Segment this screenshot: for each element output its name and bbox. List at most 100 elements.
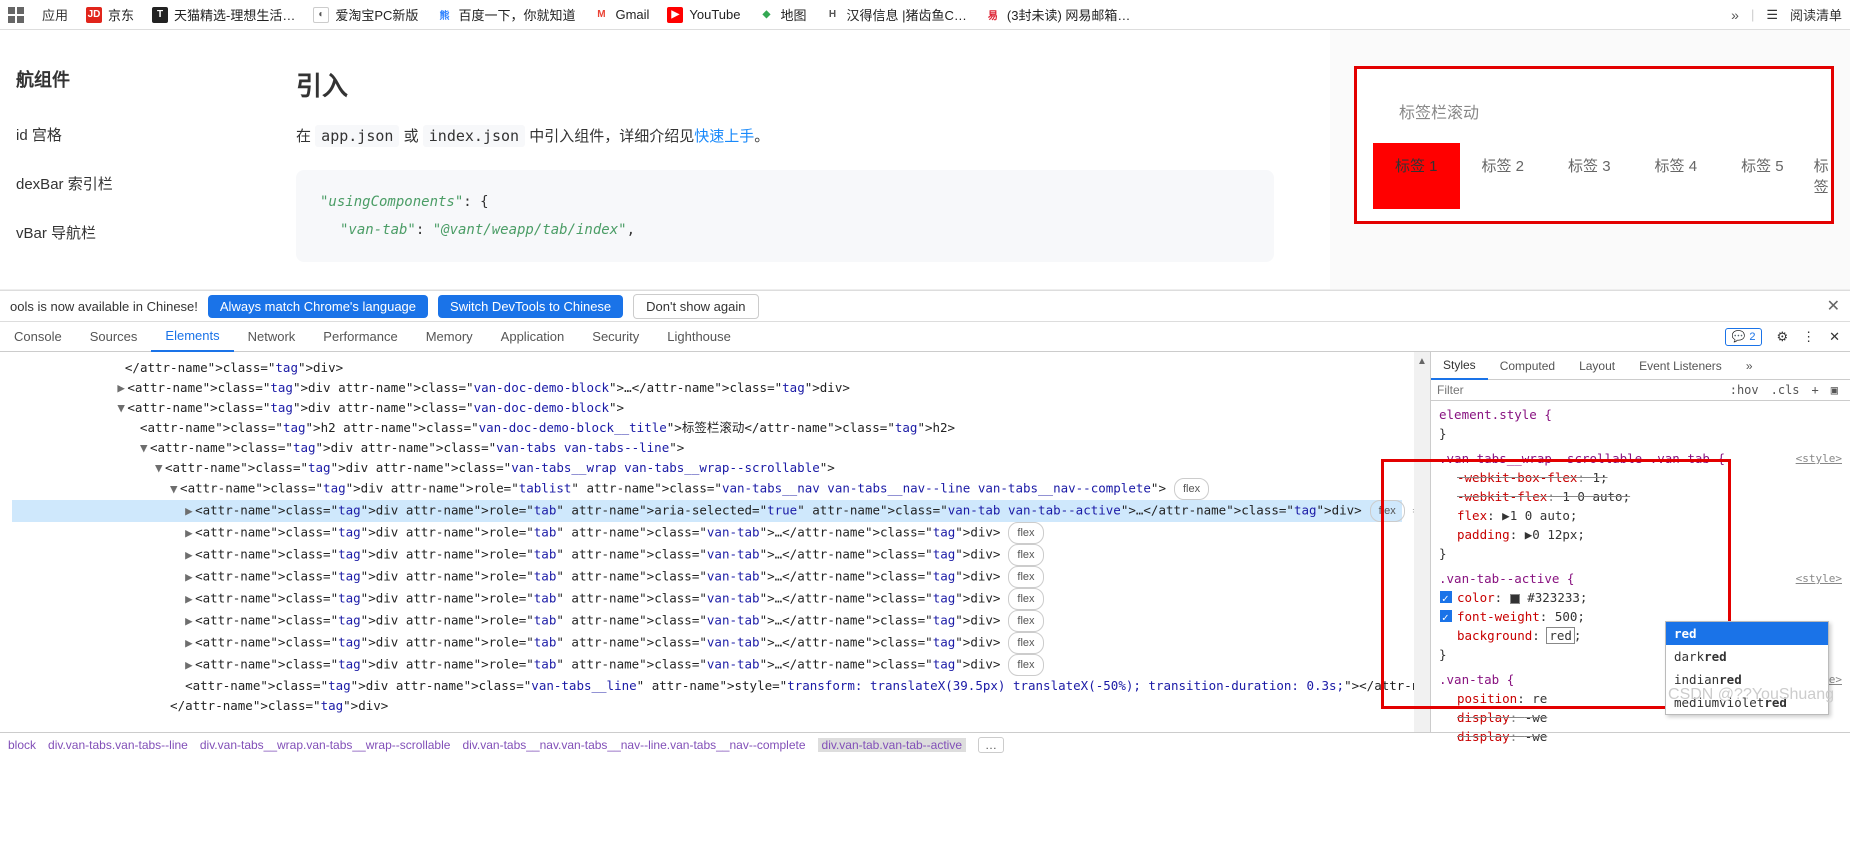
bookmark-item[interactable]: ◆地图 [759, 5, 807, 24]
element-tree-node[interactable]: ▶<attr-name">class="tag">div attr-name">… [12, 544, 1402, 566]
breadcrumb-item[interactable]: div.van-tabs__wrap.van-tabs__wrap--scrol… [200, 738, 451, 752]
always-match-button[interactable]: Always match Chrome's language [208, 295, 428, 318]
cls-toggle[interactable]: .cls [1765, 383, 1806, 397]
bookmark-item[interactable]: 熊百度一下，你就知道 [436, 5, 575, 24]
apps-icon[interactable] [8, 7, 24, 23]
tab-item[interactable]: 标签 5 [1719, 143, 1806, 209]
styles-tab-styles[interactable]: Styles [1431, 352, 1488, 380]
devtools-tab-application[interactable]: Application [487, 322, 579, 352]
element-tree-node[interactable]: </attr-name">class="tag">div> [12, 696, 1402, 716]
element-tree-node[interactable]: ▶<attr-name">class="tag">div attr-name">… [12, 378, 1402, 398]
bookmarks-overflow[interactable]: » [1731, 7, 1739, 23]
breadcrumb-more[interactable]: … [978, 737, 1004, 753]
settings-icon[interactable]: ⚙ [1776, 329, 1788, 345]
color-swatch[interactable] [1510, 594, 1520, 604]
reading-list-label[interactable]: 阅读清单 [1790, 5, 1842, 24]
element-tree-node[interactable]: ▶<attr-name">class="tag">div attr-name">… [12, 654, 1402, 676]
element-tree-node[interactable]: </attr-name">class="tag">div> [12, 358, 1402, 378]
bookmark-item[interactable]: 易(3封未读) 网易邮箱… [985, 5, 1131, 24]
sidebar-item[interactable]: dexBar 索引栏 [0, 159, 240, 208]
bookmark-label: (3封未读) 网易邮箱… [1007, 5, 1131, 24]
scrollbar[interactable]: ▲ [1414, 352, 1430, 732]
rule-source[interactable]: <style> [1796, 449, 1842, 468]
switch-chinese-button[interactable]: Switch DevTools to Chinese [438, 295, 623, 318]
editing-value[interactable]: red [1547, 628, 1574, 643]
scroll-up-icon[interactable]: ▲ [1417, 352, 1427, 367]
tab-item[interactable]: 标签 3 [1546, 143, 1633, 209]
devtools-tab-sources[interactable]: Sources [76, 322, 152, 352]
breadcrumb-item[interactable]: div.van-tabs.van-tabs--line [48, 738, 188, 752]
element-tree-node[interactable]: ▶<attr-name">class="tag">div attr-name">… [12, 610, 1402, 632]
infobar-close-icon[interactable]: ✕ [1827, 296, 1840, 316]
bookmark-icon: ▶ [667, 7, 683, 23]
element-tree-node[interactable]: <attr-name">class="tag">div attr-name">c… [12, 676, 1402, 696]
tab-item[interactable]: 标签 4 [1633, 143, 1720, 209]
element-tree-node[interactable]: ▼<attr-name">class="tag">div attr-name">… [12, 458, 1402, 478]
tab-item-active[interactable]: 标签 1 [1373, 143, 1460, 209]
panel-toggle-icon[interactable]: ▣ [1825, 383, 1844, 397]
element-tree-node[interactable]: ▶<attr-name">class="tag">div attr-name">… [12, 522, 1402, 544]
breadcrumb-item[interactable]: div.van-tabs__nav.van-tabs__nav--line.va… [462, 738, 805, 752]
devtools-tab-security[interactable]: Security [578, 322, 653, 352]
bookmark-item[interactable]: ▶YouTube [667, 7, 740, 23]
devtools-tab-elements[interactable]: Elements [151, 322, 233, 352]
devtools-tab-performance[interactable]: Performance [309, 322, 411, 352]
styles-tabs-overflow[interactable]: » [1734, 352, 1765, 380]
styles-tab-computed[interactable]: Computed [1488, 352, 1567, 380]
dont-show-button[interactable]: Don't show again [633, 294, 758, 319]
devtools-tab-console[interactable]: Console [0, 322, 76, 352]
sidebar-item[interactable]: vBar 导航栏 [0, 208, 240, 257]
autocomplete-item[interactable]: mediumvioletred [1666, 691, 1828, 714]
element-tree-node[interactable]: ▶<attr-name">class="tag">div attr-name">… [12, 588, 1402, 610]
bookmark-icon: ◐ [313, 7, 329, 23]
devtools-tab-network[interactable]: Network [234, 322, 310, 352]
bookmark-item[interactable]: T天猫精选-理想生活… [152, 5, 295, 24]
bookmark-icon: H [825, 7, 841, 23]
autocomplete-item[interactable]: darkred [1666, 645, 1828, 668]
styles-tab-layout[interactable]: Layout [1567, 352, 1627, 380]
element-tree-node[interactable]: ▼<attr-name">class="tag">div attr-name">… [12, 478, 1402, 500]
bookmark-label: 百度一下，你就知道 [458, 5, 575, 24]
breadcrumb-item[interactable]: block [8, 738, 36, 752]
styles-rules[interactable]: element.style { } <style> .van-tabs__wra… [1431, 401, 1850, 756]
bookmark-label: 地图 [781, 5, 807, 24]
rule-source[interactable]: <style> [1796, 569, 1842, 588]
styles-filter-input[interactable] [1437, 380, 1724, 400]
bookmark-item[interactable]: H 汉得信息 |猪齿鱼C… [825, 5, 967, 24]
bookmark-item[interactable]: MGmail [593, 7, 649, 23]
reading-list-icon[interactable]: ☰ [1766, 7, 1778, 23]
element-tree-node[interactable]: ▶<attr-name">class="tag">div attr-name">… [12, 500, 1402, 522]
tab-item[interactable]: 标签 2 [1460, 143, 1547, 209]
sidebar-item[interactable]: id 宫格 [0, 110, 240, 159]
bookmark-label: 天猫精选-理想生活… [174, 5, 295, 24]
new-rule-button[interactable]: + [1806, 383, 1825, 397]
element-tree-node[interactable]: ▶<attr-name">class="tag">div attr-name">… [12, 566, 1402, 588]
styles-panel: Styles Computed Layout Event Listeners »… [1430, 352, 1850, 732]
devtools-tabs: Console Sources Elements Network Perform… [0, 322, 1850, 352]
bookmark-item[interactable]: JD京东 [86, 5, 134, 24]
apps-label: 应用 [42, 5, 68, 24]
breadcrumb-item-active[interactable]: div.van-tab.van-tab--active [818, 738, 967, 752]
property-checkbox[interactable] [1440, 610, 1452, 622]
devtools-tab-lighthouse[interactable]: Lighthouse [653, 322, 745, 352]
property-checkbox[interactable] [1440, 591, 1452, 603]
element-tree-node[interactable]: ▶<attr-name">class="tag">div attr-name">… [12, 632, 1402, 654]
styles-tab-event-listeners[interactable]: Event Listeners [1627, 352, 1734, 380]
bookmark-item[interactable]: ◐爱淘宝PC新版 [313, 5, 418, 24]
autocomplete-item[interactable]: red [1666, 622, 1828, 645]
bookmark-label: 汉得信息 |猪齿鱼C… [847, 5, 967, 24]
autocomplete-item[interactable]: indianred [1666, 668, 1828, 691]
messages-badge[interactable]: 💬2 [1725, 328, 1763, 346]
code-block: "usingComponents": { "van-tab": "@vant/w… [296, 170, 1274, 262]
hov-toggle[interactable]: :hov [1724, 383, 1765, 397]
element-tree-node[interactable]: ▼<attr-name">class="tag">div attr-name">… [12, 398, 1402, 418]
element-tree-node[interactable]: ▼<attr-name">class="tag">div attr-name">… [12, 438, 1402, 458]
quick-start-link[interactable]: 快速上手 [694, 128, 754, 145]
styles-filter-row: :hov .cls + ▣ [1431, 380, 1850, 401]
close-devtools-icon[interactable]: ✕ [1829, 329, 1840, 345]
element-tree-node[interactable]: <attr-name">class="tag">h2 attr-name">cl… [12, 418, 1402, 438]
tab-item-overflow[interactable]: 标签 [1806, 143, 1837, 209]
elements-tree[interactable]: </attr-name">class="tag">div> ▶<attr-nam… [0, 352, 1414, 732]
devtools-tab-memory[interactable]: Memory [412, 322, 487, 352]
more-icon[interactable]: ⋮ [1802, 329, 1815, 345]
